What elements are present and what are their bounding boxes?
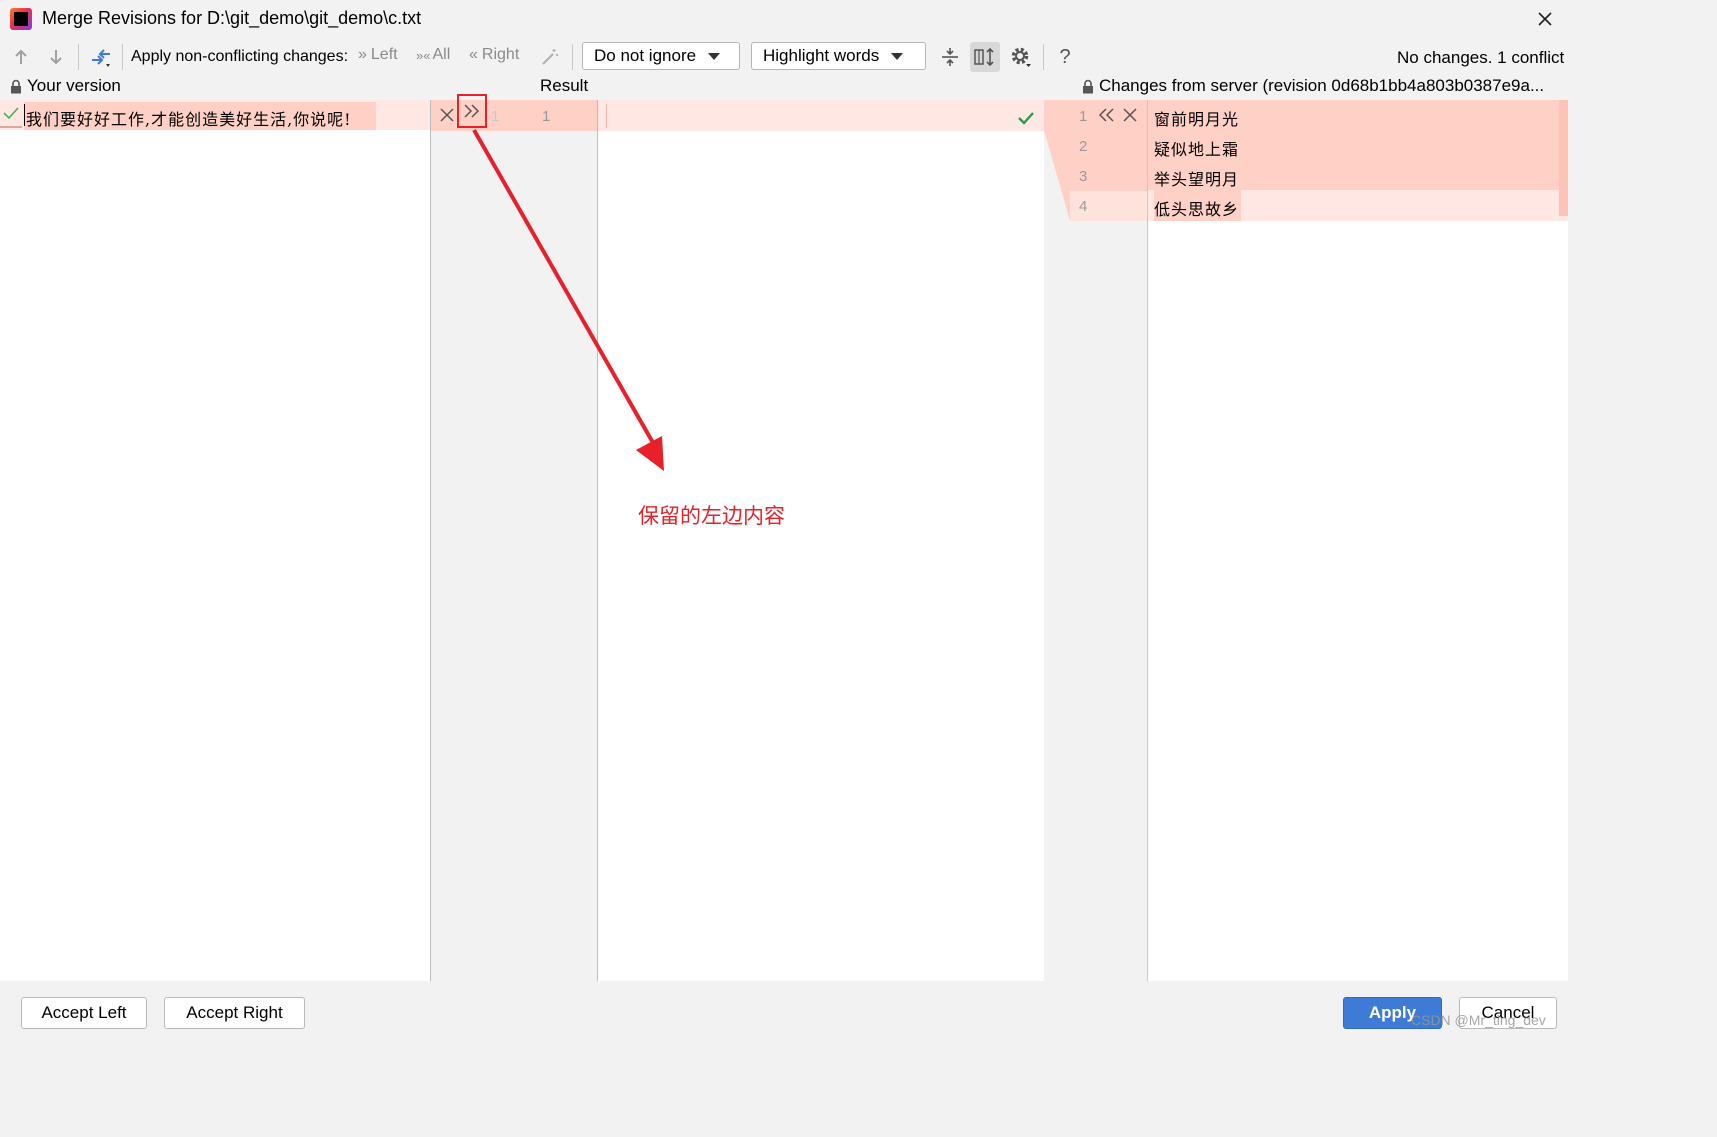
apply-left-change-button[interactable] [457, 94, 487, 128]
intellij-logo-mark [14, 12, 28, 26]
accept-left-button[interactable]: Accept Left [21, 997, 147, 1029]
left-gutter-line-number: 1 [491, 108, 500, 125]
right-line-number-4: 4 [1079, 198, 1088, 215]
gear-icon [1011, 47, 1031, 67]
right-line-number-3: 3 [1079, 168, 1088, 185]
collapse-unchanged-button[interactable] [937, 44, 963, 70]
sync-scroll-icon [974, 47, 994, 67]
intellij-logo-icon [10, 8, 32, 30]
arrow-up-icon [15, 49, 27, 64]
title-bar: Merge Revisions for D:\git_demo\git_demo… [0, 0, 1568, 38]
accept-right-label: Accept Right [186, 1003, 283, 1022]
apply-right-label: Right [481, 46, 520, 63]
toolbar-separator [122, 44, 123, 70]
resolve-conflicts-button[interactable] [88, 44, 114, 70]
close-icon [1123, 108, 1137, 122]
right-pane-header: Changes from server (revision 0d68b1bb4a… [1082, 76, 1544, 96]
apply-all-button[interactable]: »« All [416, 46, 450, 64]
text-caret [24, 104, 25, 126]
merge-status-text: No changes. 1 conflict [1397, 48, 1565, 67]
annotation-text: 保留的左边内容 [638, 505, 785, 528]
arrow-down-icon [50, 50, 62, 65]
apply-left-label: Left [370, 46, 398, 63]
annotation-arrow-icon [472, 129, 664, 471]
toolbar-separator [1043, 44, 1044, 70]
left-marker [0, 126, 22, 128]
result-editor[interactable]: 保留的左边内容 [472, 100, 1044, 981]
magic-resolve-button[interactable] [537, 44, 563, 70]
highlight-dropdown-value: Highlight words [763, 46, 880, 65]
result-right-gutter: 1 2 3 4 [1044, 100, 1147, 981]
settings-button[interactable] [1008, 44, 1034, 70]
dialog-footer: Accept Left Accept Right Apply Cancel CS… [0, 981, 1568, 1038]
window-title: Merge Revisions for D:\git_demo\git_demo… [42, 8, 422, 28]
double-chevron-right-icon [464, 104, 480, 118]
result-conflict-highlight [598, 100, 1044, 131]
ignore-right-change-button[interactable] [1120, 105, 1140, 125]
accept-right-button[interactable]: Accept Right [164, 997, 305, 1029]
previous-change-button[interactable] [8, 44, 34, 70]
watermark: CSDN @Mr_ting_dev [1411, 1012, 1546, 1028]
close-icon [440, 108, 454, 122]
result-line-number-1: 1 [542, 108, 551, 125]
apply-all-label: All [432, 46, 451, 63]
lock-icon [1083, 79, 1093, 93]
result-caret-line [606, 104, 607, 128]
right-scroll-marker [1559, 100, 1568, 216]
left-line-1: 我们要好好工作,才能创造美好生活,你说呢! [26, 110, 352, 129]
dropdown-caret-icon [891, 52, 904, 60]
left-editor[interactable]: 我们要好好工作,才能创造美好生活,你说呢! [0, 100, 430, 981]
close-icon [1538, 12, 1552, 26]
left-pane-title: Your version [27, 76, 121, 95]
toolbar-separator [78, 44, 79, 70]
check-icon [1018, 112, 1034, 125]
right-line-number-1: 1 [1079, 108, 1088, 125]
apply-right-button[interactable]: « Right [469, 46, 519, 64]
help-button[interactable]: ? [1052, 44, 1078, 70]
close-window-button[interactable] [1530, 4, 1560, 34]
whitespace-dropdown[interactable]: Do not ignore [582, 42, 740, 70]
right-line-4: 低头思故乡 [1154, 200, 1240, 219]
double-chevron-right-icon: » [358, 46, 367, 63]
right-editor[interactable]: 窗前明月光 疑似地上霜 举头望明月 低头思故乡 [1148, 100, 1568, 981]
collapse-icon [942, 48, 958, 66]
sync-scroll-toggle[interactable] [970, 42, 1000, 72]
dropdown-caret-icon [708, 52, 721, 60]
question-mark-icon: ? [1059, 45, 1071, 68]
double-chevron-left-icon: « [469, 46, 478, 63]
double-chevron-left-icon [1098, 108, 1114, 122]
double-chevron-both-icon: »« [416, 47, 431, 63]
whitespace-dropdown-value: Do not ignore [594, 46, 697, 65]
highlight-dropdown[interactable]: Highlight words [751, 42, 926, 70]
apply-left-button[interactable]: » Left [358, 46, 398, 64]
next-change-button[interactable] [43, 44, 69, 70]
toolbar-separator [572, 44, 573, 70]
right-line-1: 窗前明月光 [1154, 110, 1240, 129]
right-line-3: 举头望明月 [1154, 170, 1240, 189]
check-icon [3, 107, 19, 120]
ignore-left-change-button[interactable] [437, 105, 457, 125]
apply-non-conflicting-label: Apply non-conflicting changes: [131, 48, 349, 65]
result-pane-title: Result [540, 76, 589, 95]
right-pane-title: Changes from server (revision 0d68b1bb4a… [1099, 76, 1545, 95]
apply-right-change-button[interactable] [1096, 105, 1116, 125]
apply-label: Apply [1368, 1003, 1417, 1022]
right-line-number-2: 2 [1079, 138, 1088, 155]
left-pane-header: Your version [10, 76, 121, 96]
magic-wand-icon [542, 49, 558, 65]
accept-left-label: Accept Left [41, 1003, 127, 1022]
merge-arrows-icon [92, 49, 110, 67]
lock-icon [11, 79, 21, 93]
right-line-2: 疑似地上霜 [1154, 140, 1240, 159]
merge-toolbar: Apply non-conflicting changes: » Left »«… [0, 40, 1568, 74]
